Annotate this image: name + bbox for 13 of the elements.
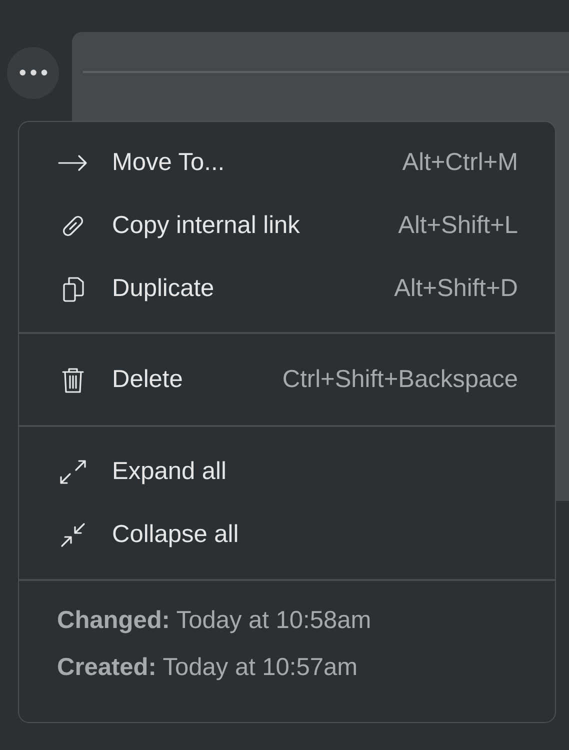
menu-item[interactable]: Move To... Alt+Ctrl+M: [19, 131, 555, 194]
timestamp-text: Created: Today at 10:57am: [57, 654, 359, 682]
shortcut-text: Alt+Shift+D: [394, 274, 518, 302]
menu-item[interactable]: Expand all: [19, 440, 555, 503]
more-button[interactable]: •••: [7, 47, 59, 99]
menu-item[interactable]: Collapse all: [19, 503, 555, 566]
shortcut-text: Alt+Ctrl+M: [402, 148, 518, 176]
menu-item[interactable]: Delete Ctrl+Shift+Backspace: [19, 348, 555, 411]
menu-item[interactable]: Duplicate Alt+Shift+D: [19, 257, 555, 320]
timestamp-text: Changed: Today at 10:58am: [57, 607, 372, 635]
shortcut-text: Alt+Shift+L: [398, 212, 518, 240]
shortcut-text: Ctrl+Shift+Backspace: [282, 366, 518, 394]
menu-item[interactable]: Copy internal link Alt+Shift+L: [19, 194, 555, 257]
